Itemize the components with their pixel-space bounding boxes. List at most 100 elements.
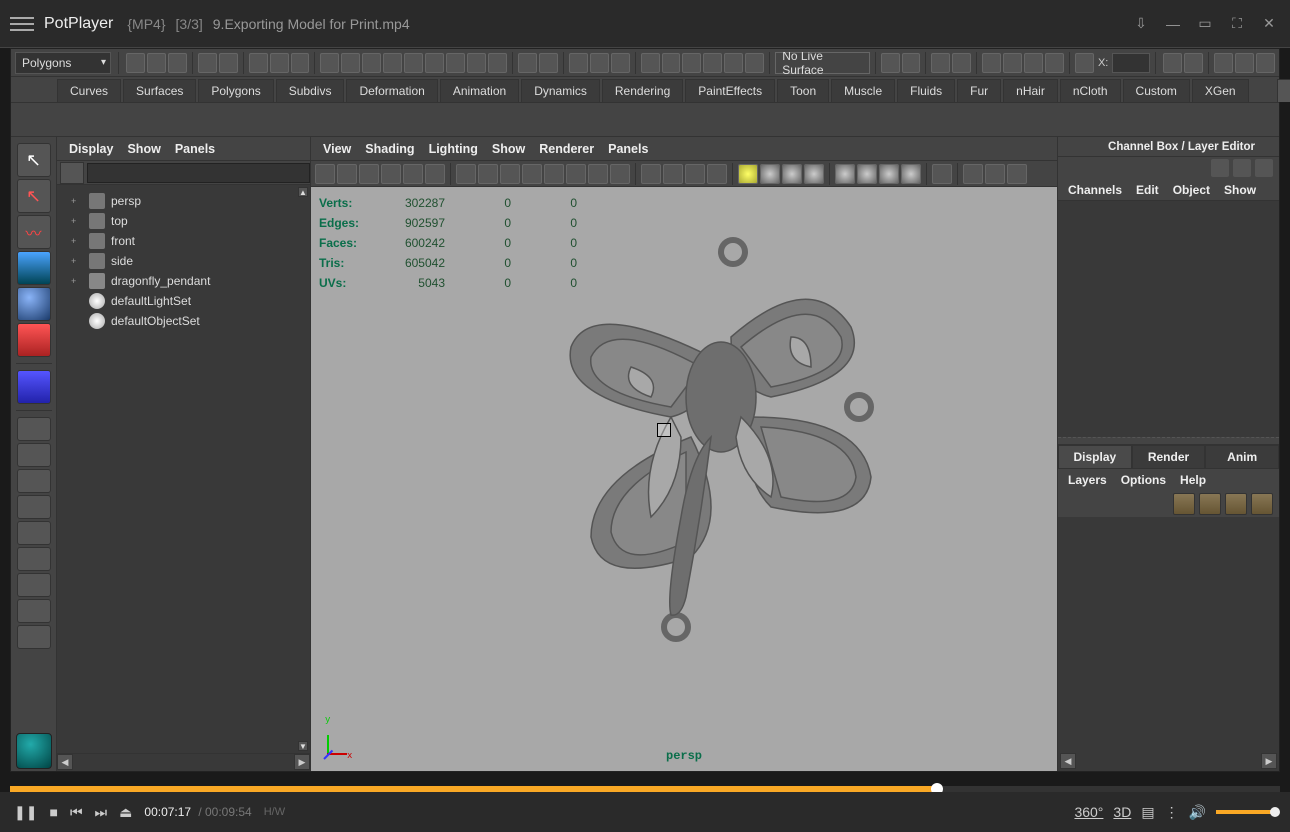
toolbar-icon[interactable]: [1045, 53, 1064, 73]
outliner-item[interactable]: defaultLightSet: [61, 291, 306, 311]
close-icon[interactable]: ✕: [1258, 13, 1280, 35]
shelf-tab[interactable]: Dynamics: [521, 79, 600, 102]
outliner-item[interactable]: +dragonfly_pendant: [61, 271, 306, 291]
snap-grid-icon[interactable]: [320, 53, 339, 73]
prev-icon[interactable]: ⏮: [70, 804, 83, 821]
outliner-menu-display[interactable]: Display: [69, 142, 113, 156]
toolbar-icon[interactable]: [446, 53, 465, 73]
shelf-tab[interactable]: PaintEffects: [685, 79, 775, 102]
layout-four-icon[interactable]: [17, 443, 51, 467]
shelf-tab[interactable]: XGen: [1192, 79, 1249, 102]
toolbar-icon[interactable]: [982, 53, 1001, 73]
cb-icon[interactable]: [1233, 159, 1251, 177]
shelf-tab[interactable]: Animation: [440, 79, 519, 102]
stop-icon[interactable]: ■: [49, 804, 57, 820]
layer-tab-anim[interactable]: Anim: [1205, 445, 1279, 469]
layout-two-icon[interactable]: [17, 469, 51, 493]
outliner-item[interactable]: +side: [61, 251, 306, 271]
vp-menu-shading[interactable]: Shading: [365, 142, 414, 156]
vp-tb-icon[interactable]: [403, 164, 423, 184]
vp-tb-icon[interactable]: [932, 164, 952, 184]
viewport-3d[interactable]: Verts:30228700Edges:90259700Faces:600242…: [311, 187, 1057, 771]
paint-tool-icon[interactable]: [17, 215, 51, 249]
vp-tb-icon[interactable]: [522, 164, 542, 184]
vp-menu-renderer[interactable]: Renderer: [539, 142, 594, 156]
lasso-tool-icon[interactable]: [17, 179, 51, 213]
layout-custom-icon[interactable]: [17, 625, 51, 649]
vp-shade-icon[interactable]: [901, 164, 921, 184]
rotate-tool-icon[interactable]: [17, 287, 51, 321]
vp-tb-icon[interactable]: [456, 164, 476, 184]
scroll-up-icon[interactable]: ▲: [298, 187, 308, 197]
minimize-icon[interactable]: —: [1162, 13, 1184, 35]
maya-logo-icon[interactable]: [16, 733, 52, 769]
volume-slider[interactable]: [1216, 810, 1276, 814]
outliner-menu-panels[interactable]: Panels: [175, 142, 215, 156]
toolbar-icon[interactable]: [1163, 53, 1182, 73]
search-mode-icon[interactable]: [60, 162, 84, 184]
vp-light-icon[interactable]: [738, 164, 758, 184]
vp-tb-icon[interactable]: [478, 164, 498, 184]
deg-button[interactable]: 360°: [1074, 804, 1103, 820]
scroll-down-icon[interactable]: ▼: [298, 741, 308, 751]
layer-menu-layers[interactable]: Layers: [1068, 473, 1107, 487]
x-field[interactable]: [1112, 53, 1150, 73]
menu-icon[interactable]: [10, 12, 34, 36]
3d-button[interactable]: 3D: [1113, 804, 1131, 820]
vp-tb-icon[interactable]: [685, 164, 705, 184]
scroll-right-icon[interactable]: ▶: [294, 754, 310, 770]
layout-dope-icon[interactable]: [17, 599, 51, 623]
scroll-left-icon[interactable]: ◀: [1060, 753, 1076, 769]
shelf-tab[interactable]: Muscle: [831, 79, 895, 102]
snap-point-icon[interactable]: [362, 53, 381, 73]
toolbar-icon[interactable]: [952, 53, 971, 73]
vp-tb-icon[interactable]: [963, 164, 983, 184]
playlist-icon[interactable]: ▤: [1141, 804, 1154, 821]
toolbar-icon[interactable]: [881, 53, 900, 73]
toolbar-icon[interactable]: [539, 53, 558, 73]
toolbar-icon[interactable]: [703, 53, 722, 73]
shelf-tab[interactable]: Deformation: [346, 79, 437, 102]
toolbar-icon[interactable]: [1024, 53, 1043, 73]
toolbar-icon[interactable]: [931, 53, 950, 73]
cb-menu-channels[interactable]: Channels: [1068, 183, 1122, 197]
vp-tb-icon[interactable]: [641, 164, 661, 184]
outliner-item[interactable]: +front: [61, 231, 306, 251]
select-icon[interactable]: [249, 53, 268, 73]
vp-tb-icon[interactable]: [500, 164, 520, 184]
vp-tb-icon[interactable]: [566, 164, 586, 184]
toolbar-icon[interactable]: [569, 53, 588, 73]
layer-icon[interactable]: [1251, 493, 1273, 515]
vp-tb-icon[interactable]: [381, 164, 401, 184]
layer-tab-render[interactable]: Render: [1132, 445, 1206, 469]
shelf-tab[interactable]: Fluids: [897, 79, 955, 102]
paint-select-icon[interactable]: [291, 53, 310, 73]
fullscreen-icon[interactable]: ⛶: [1226, 13, 1248, 35]
no-live-surface[interactable]: No Live Surface: [775, 52, 869, 74]
toolbar-icon[interactable]: [590, 53, 609, 73]
volume-icon[interactable]: 🔊: [1189, 804, 1206, 821]
layer-menu-options[interactable]: Options: [1121, 473, 1166, 487]
save-scene-icon[interactable]: [168, 53, 187, 73]
toolbar-icon[interactable]: [1214, 53, 1233, 73]
vp-tb-icon[interactable]: [337, 164, 357, 184]
layer-icon[interactable]: [1225, 493, 1247, 515]
layout-hyper-icon[interactable]: [17, 547, 51, 571]
pin-icon[interactable]: ⇩: [1130, 13, 1152, 35]
redo-icon[interactable]: [219, 53, 238, 73]
scroll-right-icon[interactable]: ▶: [1261, 753, 1277, 769]
layer-icon[interactable]: [1199, 493, 1221, 515]
scroll-left-icon[interactable]: ◀: [57, 754, 73, 770]
new-scene-icon[interactable]: [126, 53, 145, 73]
vp-menu-lighting[interactable]: Lighting: [429, 142, 478, 156]
eject-icon[interactable]: ⏏: [119, 804, 132, 821]
vp-light-icon[interactable]: [804, 164, 824, 184]
layout-outliner-icon[interactable]: [17, 521, 51, 545]
layer-icon[interactable]: [1173, 493, 1195, 515]
vp-shade-icon[interactable]: [879, 164, 899, 184]
restore-icon[interactable]: ▭: [1194, 13, 1216, 35]
toolbar-icon[interactable]: [902, 53, 921, 73]
vp-tb-icon[interactable]: [588, 164, 608, 184]
snap-curve-icon[interactable]: [341, 53, 360, 73]
outliner-item[interactable]: +persp: [61, 191, 306, 211]
